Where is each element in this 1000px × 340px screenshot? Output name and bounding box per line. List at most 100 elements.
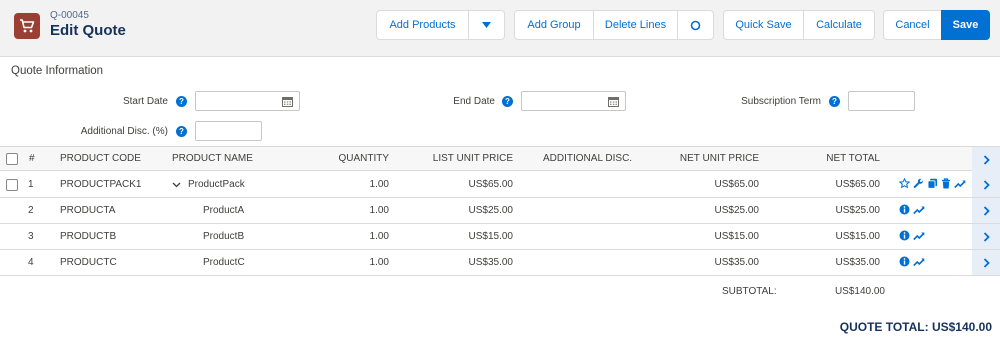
shopping-cart-icon [14, 13, 40, 39]
column-header-net-unit-price[interactable]: NET UNIT PRICE [660, 153, 759, 164]
net-total: US$65.00 [835, 179, 880, 190]
row-actions [899, 256, 925, 267]
chevron-down-icon[interactable] [172, 182, 181, 188]
net-total: US$15.00 [835, 231, 880, 242]
subscription-term-label: Subscription Term [741, 96, 821, 107]
table-header: # PRODUCT CODE PRODUCT NAME QUANTITY LIS… [0, 146, 1000, 172]
calendar-icon[interactable] [282, 96, 293, 107]
table-row[interactable]: 2 PRODUCTA ProductA 1.00 US$25.00 US$25.… [0, 198, 1000, 224]
table-row[interactable]: 4 PRODUCTC ProductC 1.00 US$35.00 US$35.… [0, 250, 1000, 276]
additional-disc-label: Additional Disc. (%) [80, 126, 168, 137]
end-date-label: End Date [453, 96, 495, 107]
page-title: Edit Quote [50, 22, 126, 39]
copy-icon[interactable] [927, 178, 938, 189]
row-nav-button[interactable] [972, 224, 1000, 249]
info-icon[interactable] [899, 256, 910, 267]
chevron-right-icon [983, 205, 990, 216]
delete-lines-button[interactable]: Delete Lines [593, 10, 678, 40]
quantity[interactable]: 1.00 [310, 257, 389, 268]
product-name[interactable]: ProductB [203, 231, 244, 242]
column-header-list-unit-price[interactable]: LIST UNIT PRICE [410, 153, 513, 164]
subscription-term-field[interactable] [848, 91, 915, 111]
net-unit-price: US$35.00 [714, 257, 759, 268]
page-header: Q-00045 Edit Quote Add Products Add Grou… [0, 0, 1000, 57]
net-total: US$35.00 [835, 257, 880, 268]
info-icon[interactable] [899, 204, 910, 215]
chevron-down-icon [482, 22, 491, 28]
help-icon[interactable]: ? [829, 96, 840, 107]
chevron-right-icon [983, 179, 990, 190]
net-unit-price: US$25.00 [714, 205, 759, 216]
add-group-button[interactable]: Add Group [514, 10, 594, 40]
row-nav-button[interactable] [972, 250, 1000, 275]
trend-icon[interactable] [913, 257, 925, 267]
product-code: PRODUCTA [60, 205, 116, 216]
product-name[interactable]: ProductPack [188, 179, 245, 190]
cancel-button[interactable]: Cancel [883, 10, 942, 40]
row-number: 2 [28, 205, 34, 216]
help-icon[interactable]: ? [176, 126, 187, 137]
quantity[interactable]: 1.00 [310, 179, 389, 190]
row-nav-button[interactable] [972, 172, 1000, 197]
row-actions [899, 230, 925, 241]
chevron-right-icon [983, 154, 990, 165]
table-row[interactable]: 1 PRODUCTPACK1 ProductPack 1.00 US$65.00… [0, 172, 1000, 198]
additional-disc-field[interactable] [195, 121, 262, 141]
quantity[interactable]: 1.00 [310, 205, 389, 216]
chevron-right-icon [983, 231, 990, 242]
list-unit-price: US$25.00 [468, 205, 513, 216]
product-code: PRODUCTB [60, 231, 117, 242]
column-header-product-name[interactable]: PRODUCT NAME [172, 153, 253, 164]
net-unit-price: US$65.00 [714, 179, 759, 190]
list-unit-price: US$15.00 [468, 231, 513, 242]
row-number: 1 [28, 179, 34, 190]
row-nav-button[interactable] [972, 198, 1000, 223]
quantity[interactable]: 1.00 [310, 231, 389, 242]
calendar-icon[interactable] [608, 96, 619, 107]
row-actions [899, 204, 925, 215]
select-all-checkbox[interactable] [6, 153, 18, 165]
trend-icon[interactable] [913, 231, 925, 241]
subtotal-label: SUBTOTAL: [722, 286, 777, 297]
wrench-icon[interactable] [913, 178, 924, 189]
start-date-field[interactable] [195, 91, 300, 111]
column-header-net-total[interactable]: NET TOTAL [790, 153, 880, 164]
column-header-num: # [29, 153, 35, 164]
row-actions [899, 178, 966, 189]
product-code: PRODUCTPACK1 [60, 179, 142, 190]
circle-icon [690, 20, 701, 30]
refresh-button[interactable] [677, 10, 714, 40]
info-icon[interactable] [899, 230, 910, 241]
chevron-right-icon [983, 257, 990, 268]
trend-icon[interactable] [954, 179, 966, 189]
column-header-additional-disc[interactable]: ADDITIONAL DISC. [543, 153, 632, 164]
record-id: Q-00045 [50, 10, 89, 21]
calculate-button[interactable]: Calculate [803, 10, 875, 40]
list-unit-price: US$65.00 [468, 179, 513, 190]
product-name[interactable]: ProductC [203, 257, 245, 268]
subtotal-value: US$140.00 [834, 286, 885, 297]
trend-icon[interactable] [913, 205, 925, 215]
end-date-field[interactable] [521, 91, 626, 111]
help-icon[interactable]: ? [502, 96, 513, 107]
add-products-menu-button[interactable] [468, 10, 505, 40]
row-number: 3 [28, 231, 34, 242]
product-code: PRODUCTC [60, 257, 117, 268]
save-button[interactable]: Save [941, 10, 990, 40]
row-checkbox[interactable] [6, 179, 18, 191]
trash-icon[interactable] [941, 178, 951, 189]
column-nav-button[interactable] [972, 147, 1000, 172]
add-products-button[interactable]: Add Products [376, 10, 469, 40]
quick-save-button[interactable]: Quick Save [723, 10, 804, 40]
product-name[interactable]: ProductA [203, 205, 244, 216]
row-number: 4 [28, 257, 34, 268]
table-row[interactable]: 3 PRODUCTB ProductB 1.00 US$15.00 US$15.… [0, 224, 1000, 250]
star-icon[interactable] [899, 178, 910, 189]
column-header-quantity[interactable]: QUANTITY [310, 153, 389, 164]
net-total: US$25.00 [835, 205, 880, 216]
net-unit-price: US$15.00 [714, 231, 759, 242]
quote-total: QUOTE TOTAL: US$140.00 [839, 320, 992, 334]
section-title: Quote Information [11, 65, 104, 77]
help-icon[interactable]: ? [176, 96, 187, 107]
column-header-product-code[interactable]: PRODUCT CODE [60, 153, 141, 164]
